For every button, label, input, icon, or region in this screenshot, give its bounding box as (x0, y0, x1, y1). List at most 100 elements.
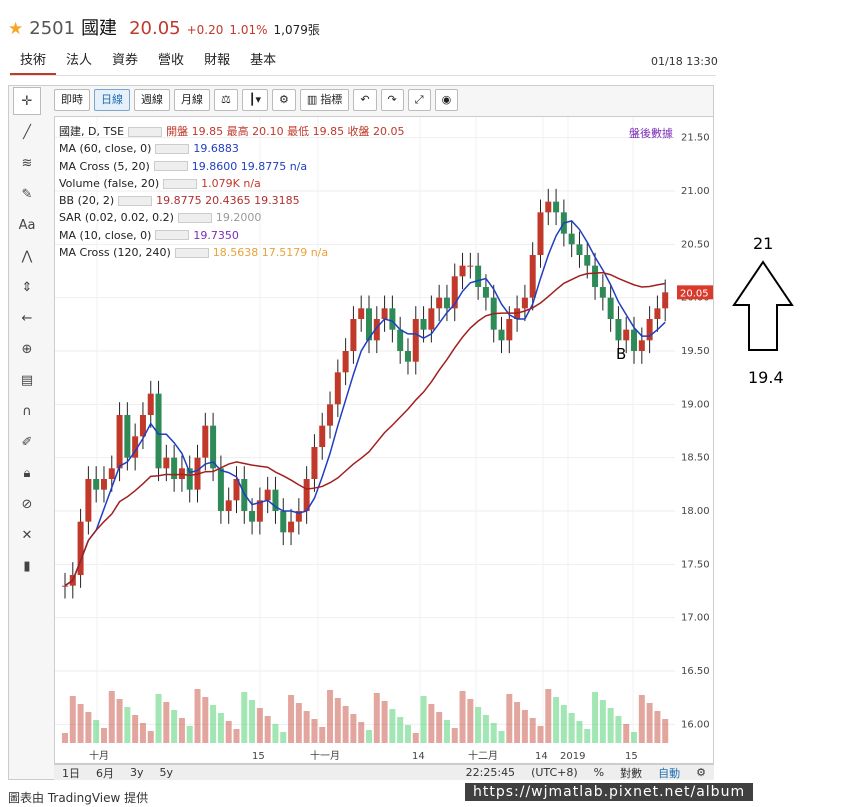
ruler-icon[interactable]: ▤ (13, 366, 41, 394)
volume-bar (654, 711, 661, 743)
redo-icon[interactable]: ↷ (380, 89, 404, 111)
magnet-icon[interactable]: ∩ (13, 397, 41, 425)
legend-controls-icon[interactable] (177, 213, 212, 224)
legend-row[interactable]: MA (10, close, 0) 19.7350 (59, 227, 405, 244)
legend-row[interactable]: Volume (false, 20) 1.079K n/a (59, 175, 405, 192)
candle-body (537, 212, 544, 255)
legend-controls-icon[interactable] (163, 178, 198, 189)
price-chart[interactable]: 21.5021.0020.5020.0019.5019.0018.5018.00… (54, 116, 714, 764)
lock-icon[interactable]: 🔒︎ (13, 459, 41, 487)
range-1d[interactable]: 1日 (54, 765, 88, 781)
volume-bar (420, 696, 427, 743)
trash-icon[interactable]: ▮ (13, 552, 41, 580)
tab-financials[interactable]: 財報 (194, 50, 240, 75)
monthly-button[interactable]: 月線 (174, 89, 210, 111)
auto-toggle[interactable]: 自動 (650, 765, 688, 781)
indicators-label: 指標 (320, 93, 343, 106)
volume-bar (529, 718, 536, 743)
tab-margin[interactable]: 資券 (102, 50, 148, 75)
log-toggle[interactable]: 對數 (612, 765, 650, 781)
volume-bar (163, 702, 170, 743)
quote-header: ★ 2501 國建 20.05 +0.20 1.01% 1,079張 (8, 14, 320, 40)
volume-bar (599, 700, 606, 743)
fullscreen-icon[interactable]: ⤢ (407, 89, 431, 111)
volume-bar (77, 704, 84, 743)
volume-bar (366, 730, 372, 743)
candle-body (599, 287, 606, 298)
legend-controls-icon[interactable] (155, 143, 190, 154)
legend-row[interactable]: 國建, D, TSE 開盤 19.85 最高 20.10 最低 19.85 收盤 … (59, 123, 405, 140)
settings-gear-icon[interactable]: ⚙ (272, 89, 296, 111)
candle-body (249, 511, 256, 522)
volume-bar (69, 696, 76, 743)
range-3y[interactable]: 3y (122, 766, 152, 779)
legend-row[interactable]: SAR (0.02, 0.02, 0.2) 19.2000 (59, 209, 405, 226)
stay-drawing-icon[interactable]: ✐ (13, 428, 41, 456)
favorite-star-icon[interactable]: ★ (8, 19, 23, 39)
update-timestamp: 01/18 13:30 (651, 55, 718, 68)
measure-icon[interactable]: ⇕ (13, 273, 41, 301)
crosshair-icon[interactable]: ✛ (13, 87, 41, 115)
after-hours-label[interactable]: 盤後數據 (629, 125, 673, 141)
trendline-icon[interactable]: ╱ (13, 118, 41, 146)
indicators-button[interactable]: ▥ 指標 (299, 89, 350, 111)
volume-bar (490, 723, 497, 743)
volume-bar (256, 708, 263, 743)
range-5y[interactable]: 5y (152, 766, 182, 779)
volume-bar (139, 723, 146, 743)
chart-toolbar: 即時 日線 週線 月線 ⚖ ┃▾ ⚙ ▥ 指標 ↶ ↷ ⤢ ◉ (54, 87, 459, 113)
candle-body (147, 393, 154, 415)
realtime-button[interactable]: 即時 (54, 89, 90, 111)
tab-institutional[interactable]: 法人 (56, 50, 102, 75)
text-icon[interactable]: Aa (13, 211, 41, 239)
camera-icon[interactable]: ◉ (434, 89, 459, 111)
candle-body (436, 297, 443, 309)
weekly-button[interactable]: 週線 (134, 89, 170, 111)
legend-controls-icon[interactable] (118, 195, 153, 206)
hide-icon[interactable]: ⊘ (13, 490, 41, 518)
volume-bar (280, 732, 287, 743)
candle-type-icon[interactable]: ┃▾ (241, 89, 269, 111)
legend-label: 國建, D, TSE (59, 125, 125, 138)
undo-icon[interactable]: ↶ (353, 89, 377, 111)
daily-button[interactable]: 日線 (94, 89, 130, 111)
y-tick-label: 20.50 (681, 239, 710, 250)
y-tick-label: 19.50 (681, 346, 710, 357)
legend-row[interactable]: BB (20, 2) 19.8775 20.4365 19.3185 (59, 192, 405, 209)
y-tick-label: 18.50 (681, 453, 710, 464)
legend-controls-icon[interactable] (153, 161, 188, 172)
candle-body (545, 201, 552, 213)
legend-controls-icon[interactable] (174, 247, 209, 258)
legend-row[interactable]: MA (60, close, 0) 19.6883 (59, 140, 405, 157)
legend-row[interactable]: MA Cross (120, 240) 18.5638 17.5179 n/a (59, 244, 405, 261)
tab-revenue[interactable]: 營收 (148, 50, 194, 75)
scale-gear-icon[interactable]: ⚙ (688, 766, 714, 779)
timezone[interactable]: (UTC+8) (523, 766, 586, 779)
brush-icon[interactable]: ✎ (13, 180, 41, 208)
y-tick-label: 17.50 (681, 559, 710, 570)
candle-body (108, 468, 115, 479)
legend-row[interactable]: MA Cross (5, 20) 19.8600 19.8775 n/a (59, 158, 405, 175)
percent-toggle[interactable]: % (586, 766, 612, 779)
arrow-left-icon[interactable]: ← (13, 304, 41, 332)
pattern-icon[interactable]: ⋀ (13, 242, 41, 270)
volume-bar (482, 715, 489, 743)
volume-bar (249, 700, 256, 743)
legend-controls-icon[interactable] (128, 126, 163, 137)
candle-body (584, 255, 591, 266)
zoom-icon[interactable]: ⊕ (13, 335, 41, 363)
fib-icon[interactable]: ≋ (13, 149, 41, 177)
candle-body (225, 500, 232, 511)
tab-basic[interactable]: 基本 (240, 50, 286, 75)
tab-technical[interactable]: 技術 (10, 50, 57, 75)
volume-bar (412, 733, 419, 743)
volume-bar (521, 710, 528, 743)
compare-icon[interactable]: ⚖ (214, 89, 238, 111)
tools-icon[interactable]: ✕ (13, 521, 41, 549)
volume-bar (662, 719, 669, 743)
range-6m[interactable]: 6月 (88, 765, 122, 781)
volume-bar (342, 706, 349, 743)
candle-body (116, 415, 123, 469)
chart-credit: 圖表由 TradingView 提供 (8, 791, 149, 805)
legend-controls-icon[interactable] (155, 230, 190, 241)
